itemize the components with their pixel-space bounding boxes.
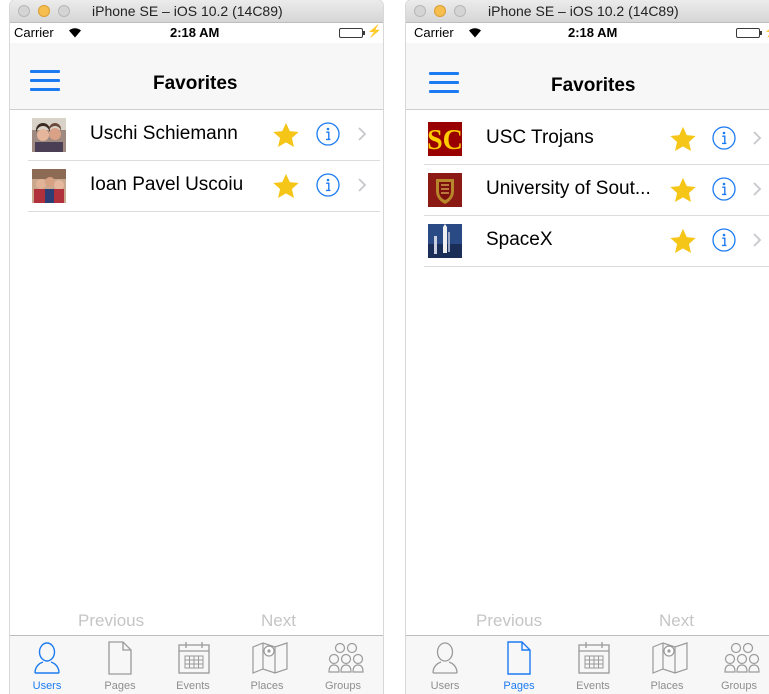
wifi-icon bbox=[69, 28, 81, 38]
page-title: Favorites bbox=[551, 75, 636, 96]
nav-bar: Favorites bbox=[10, 43, 383, 110]
favorite-star-icon[interactable] bbox=[668, 176, 698, 205]
charging-icon: ⚡ bbox=[764, 24, 769, 38]
tab-pages[interactable]: Pages bbox=[482, 636, 556, 694]
carrier-label: Carrier bbox=[414, 25, 454, 40]
group-icon bbox=[724, 642, 760, 673]
list-item[interactable]: Ioan Pavel Uscoiu bbox=[28, 161, 380, 212]
tab-label: Users bbox=[430, 680, 460, 692]
user-icon bbox=[34, 642, 60, 674]
page-icon bbox=[507, 641, 531, 675]
status-bar: Carrier 2:18 AM ⚡ bbox=[10, 23, 383, 43]
tab-label: Places bbox=[650, 680, 684, 692]
list-item[interactable]: Uschi Schiemann bbox=[28, 110, 380, 161]
tab-pages[interactable]: Pages bbox=[83, 636, 157, 694]
chevron-right-icon bbox=[752, 181, 762, 197]
carrier-label: Carrier bbox=[14, 25, 54, 40]
info-icon[interactable] bbox=[316, 122, 340, 146]
simulator-window-left: iPhone SE – iOS 10.2 (14C89) Carrier 2:1… bbox=[10, 0, 383, 694]
tab-events[interactable]: Events bbox=[556, 636, 630, 694]
user-icon bbox=[432, 642, 458, 674]
tab-users[interactable]: Users bbox=[408, 636, 482, 694]
menu-icon[interactable] bbox=[429, 72, 459, 94]
window-title: iPhone SE – iOS 10.2 (14C89) bbox=[488, 3, 679, 19]
tab-label: Events bbox=[576, 680, 610, 692]
close-window-button[interactable] bbox=[414, 5, 426, 17]
row-label: Ioan Pavel Uscoiu bbox=[90, 174, 244, 195]
calendar-icon bbox=[178, 642, 210, 674]
group-icon bbox=[328, 642, 364, 673]
spacex-photo-icon bbox=[428, 224, 462, 258]
window-titlebar: iPhone SE – iOS 10.2 (14C89) bbox=[406, 0, 769, 23]
usc-seal-logo-icon bbox=[428, 173, 462, 207]
clock-label: 2:18 AM bbox=[568, 25, 618, 40]
next-button[interactable]: Next bbox=[261, 611, 296, 631]
tab-label: Pages bbox=[503, 680, 535, 692]
page-title: Favorites bbox=[153, 73, 238, 94]
tab-label: Events bbox=[176, 680, 210, 692]
tab-label: Users bbox=[32, 680, 62, 692]
row-label: USC Trojans bbox=[486, 127, 594, 148]
tab-places[interactable]: Places bbox=[630, 636, 704, 694]
tab-groups[interactable]: Groups bbox=[306, 636, 380, 694]
close-window-button[interactable] bbox=[18, 5, 30, 17]
row-label: SpaceX bbox=[486, 229, 553, 250]
minimize-window-button[interactable] bbox=[434, 5, 446, 17]
favorite-star-icon[interactable] bbox=[668, 227, 698, 256]
chevron-right-icon bbox=[357, 126, 367, 142]
tab-label: Places bbox=[250, 680, 284, 692]
chevron-right-icon bbox=[752, 130, 762, 146]
list-item[interactable]: SC USC Trojans bbox=[424, 114, 769, 165]
favorite-star-icon[interactable] bbox=[668, 125, 698, 154]
favorite-star-icon[interactable] bbox=[271, 121, 301, 150]
map-icon bbox=[252, 642, 288, 674]
tab-label: Pages bbox=[104, 680, 136, 692]
simulator-window-right: iPhone SE – iOS 10.2 (14C89) Carrier 2:1… bbox=[406, 0, 769, 694]
battery-icon bbox=[736, 28, 762, 38]
nav-bar: Favorites bbox=[406, 43, 769, 110]
info-icon[interactable] bbox=[712, 126, 736, 150]
tab-label: Groups bbox=[720, 680, 758, 692]
window-titlebar: iPhone SE – iOS 10.2 (14C89) bbox=[10, 0, 383, 23]
chevron-right-icon bbox=[752, 232, 762, 248]
tab-places[interactable]: Places bbox=[230, 636, 304, 694]
zoom-window-button[interactable] bbox=[454, 5, 466, 17]
previous-button[interactable]: Previous bbox=[476, 611, 542, 631]
map-icon bbox=[652, 642, 688, 674]
minimize-window-button[interactable] bbox=[38, 5, 50, 17]
tab-events[interactable]: Events bbox=[156, 636, 230, 694]
window-title: iPhone SE – iOS 10.2 (14C89) bbox=[92, 3, 283, 19]
previous-button[interactable]: Previous bbox=[78, 611, 144, 631]
clock-label: 2:18 AM bbox=[170, 25, 220, 40]
next-button[interactable]: Next bbox=[659, 611, 694, 631]
charging-icon: ⚡ bbox=[367, 24, 382, 38]
menu-icon[interactable] bbox=[30, 70, 60, 92]
tab-label: Groups bbox=[324, 680, 362, 692]
info-icon[interactable] bbox=[712, 177, 736, 201]
info-icon[interactable] bbox=[316, 173, 340, 197]
wifi-icon bbox=[469, 28, 481, 38]
row-label: University of Sout... bbox=[486, 178, 651, 199]
tab-users[interactable]: Users bbox=[10, 636, 84, 694]
tab-groups[interactable]: Groups bbox=[702, 636, 769, 694]
tab-bar: Users Pages Events Places Groups bbox=[10, 635, 383, 694]
usc-sc-logo-icon: SC bbox=[428, 122, 462, 156]
chevron-right-icon bbox=[357, 177, 367, 193]
user-thumbnail bbox=[32, 118, 66, 152]
battery-icon bbox=[339, 28, 365, 38]
list-item[interactable]: University of Sout... bbox=[424, 165, 769, 216]
status-bar: Carrier 2:18 AM ⚡ bbox=[406, 23, 769, 43]
svg-text:SC: SC bbox=[428, 125, 462, 156]
info-icon[interactable] bbox=[712, 228, 736, 252]
list-item[interactable]: SpaceX bbox=[424, 216, 769, 267]
calendar-icon bbox=[578, 642, 610, 674]
row-label: Uschi Schiemann bbox=[90, 123, 238, 144]
favorite-star-icon[interactable] bbox=[271, 172, 301, 201]
user-thumbnail bbox=[32, 169, 66, 203]
zoom-window-button[interactable] bbox=[58, 5, 70, 17]
page-icon bbox=[108, 641, 132, 675]
tab-bar: Users Pages Events Places Groups bbox=[406, 635, 769, 694]
